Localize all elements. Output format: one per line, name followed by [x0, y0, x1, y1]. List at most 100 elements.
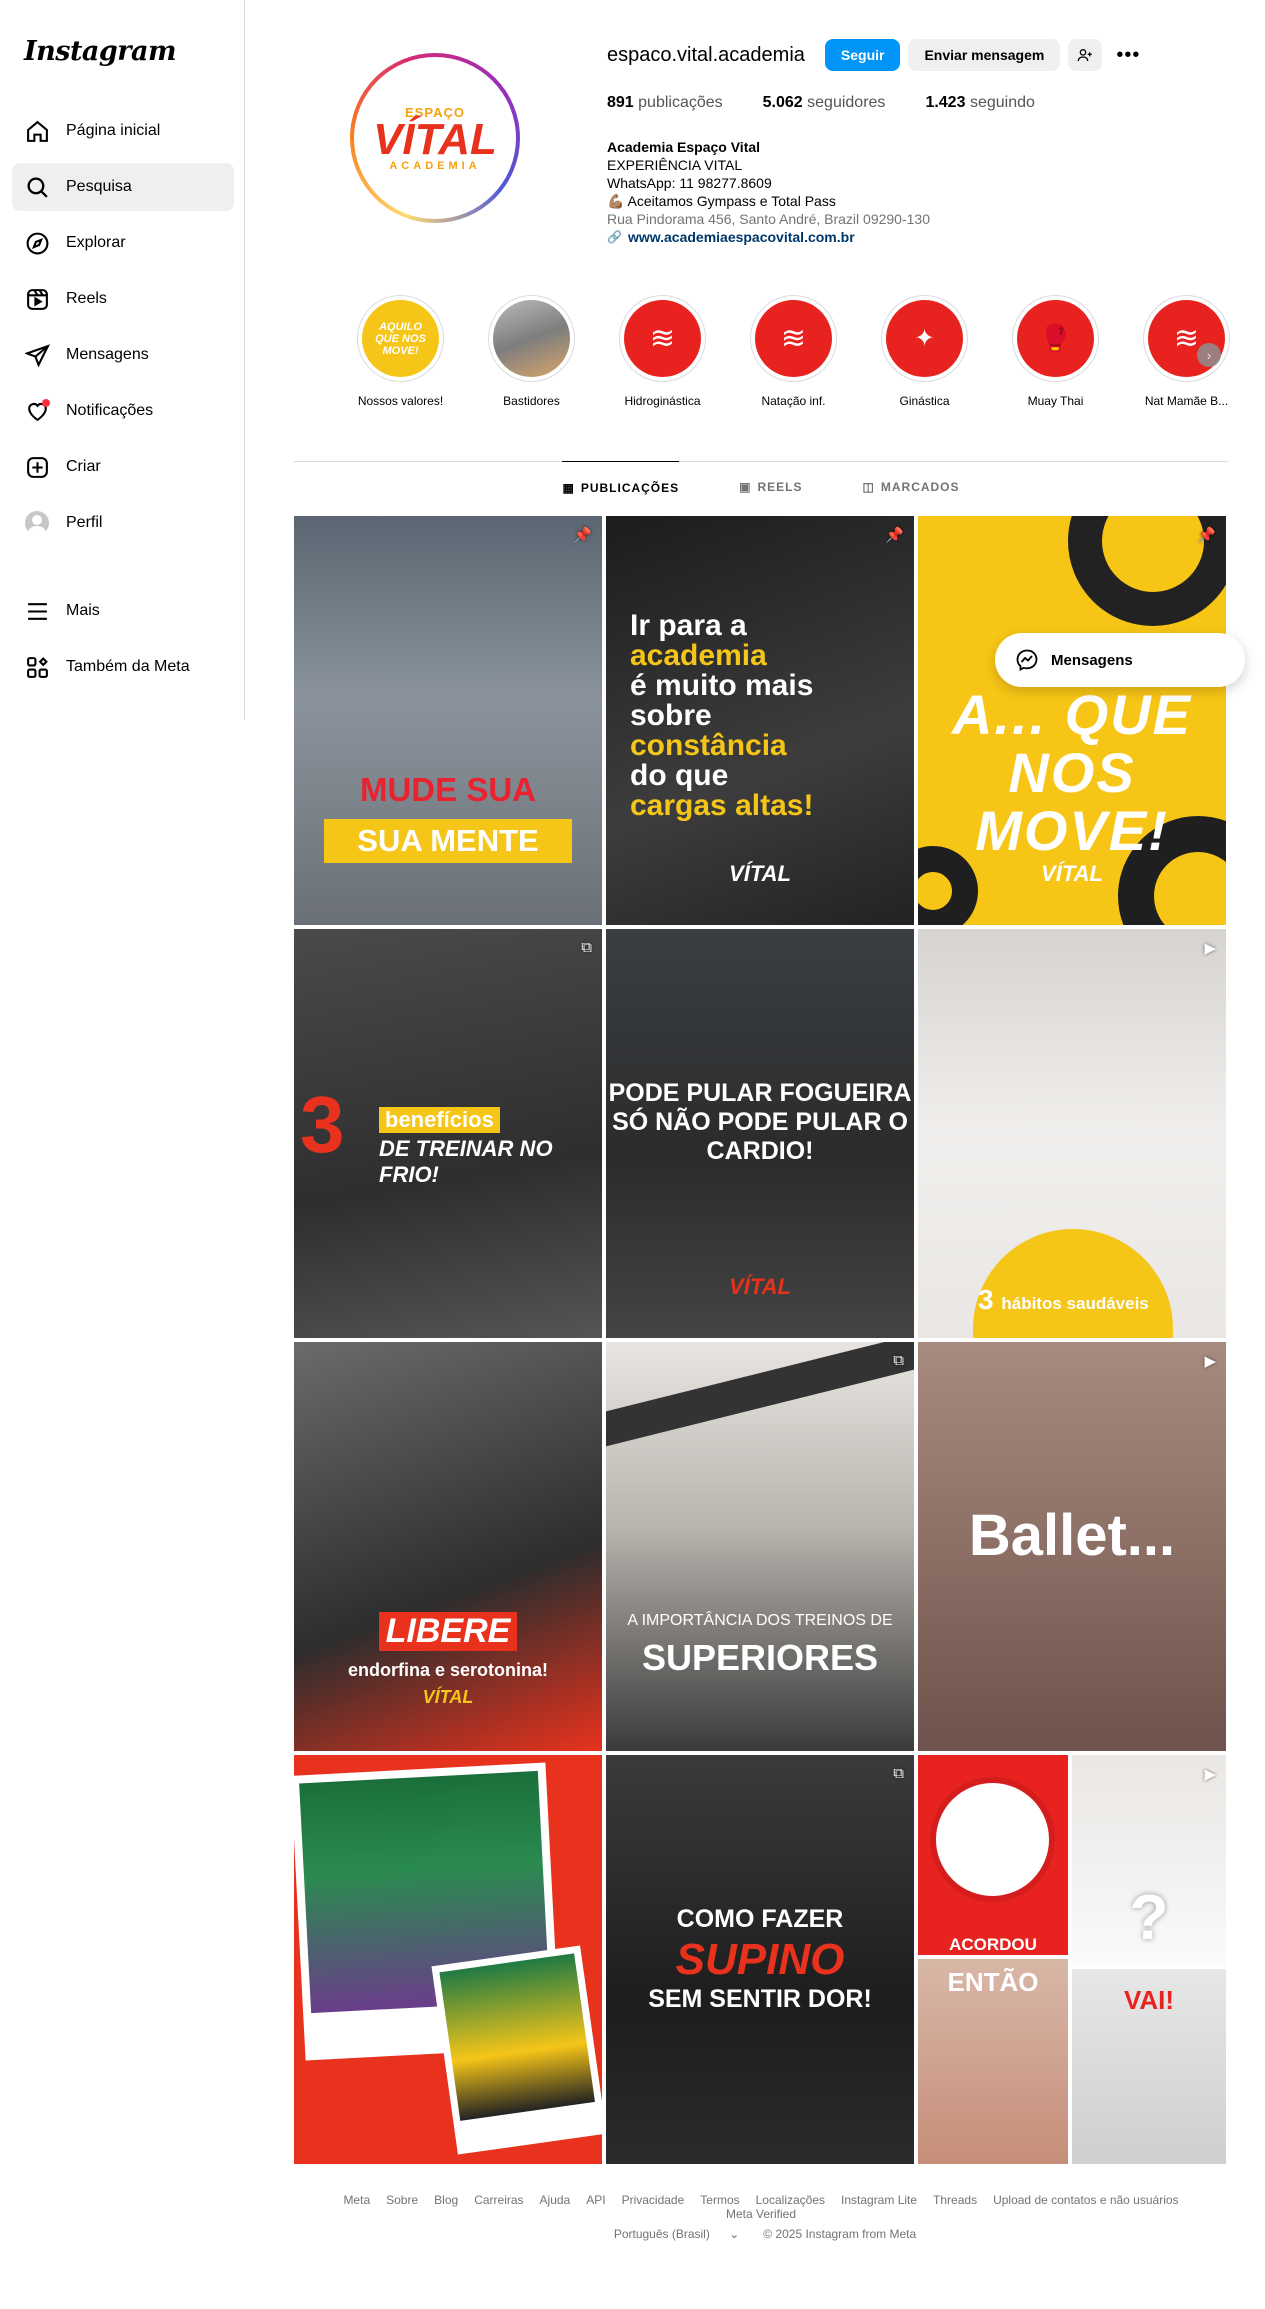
post-text: benefícios	[379, 1107, 500, 1133]
highlight-cover: AQUILO QUE NOS MOVE!	[362, 300, 439, 377]
reel-icon: ▶	[1204, 1353, 1216, 1370]
highlight-item[interactable]: AQUILO QUE NOS MOVE! Nossos valores!	[335, 295, 466, 408]
compass-icon	[24, 230, 50, 256]
post-tile[interactable]: LIBERE endorfina e serotonina! VÍTAL	[294, 1342, 602, 1751]
photo-card	[431, 1945, 602, 2155]
highlight-item[interactable]: Bastidores	[466, 295, 597, 408]
sidebar-item-notifications[interactable]: Notificações	[12, 387, 234, 435]
footer-link[interactable]: Threads	[933, 2193, 977, 2207]
footer-link[interactable]: Upload de contatos e não usuários	[993, 2193, 1178, 2207]
post-tile[interactable]: 📌 Ir para a academia é muito mais sobre …	[606, 516, 914, 925]
messenger-icon	[1016, 649, 1038, 672]
footer-link[interactable]: Ajuda	[540, 2193, 571, 2207]
sidebar-item-home[interactable]: Página inicial	[12, 107, 234, 155]
footer-link[interactable]: Instagram Lite	[841, 2193, 917, 2207]
sidebar-item-messages[interactable]: Mensagens	[12, 331, 234, 379]
search-icon	[24, 174, 50, 200]
footer-link[interactable]: Localizações	[756, 2193, 825, 2207]
follow-button[interactable]: Seguir	[824, 39, 901, 71]
footer-bottom: Português (Brasil) ⌄ © 2025 Instagram fr…	[294, 2227, 1228, 2241]
profile-logo: ESPAÇO VÍTAL ACADEMIA	[354, 57, 516, 219]
tab-posts[interactable]: ▦ PUBLICAÇÕES	[562, 461, 680, 513]
posts-count[interactable]: 891 publicações	[607, 94, 723, 112]
language-select[interactable]: Português (Brasil) ⌄	[606, 2227, 747, 2241]
post-grid: 📌 MUDE SUA SUA MENTE 📌 Ir para a academi…	[294, 516, 1226, 2164]
sidebar-item-search[interactable]: Pesquisa	[12, 163, 234, 211]
post-text: ENTÃO	[947, 1967, 1039, 1997]
post-tile[interactable]: PODE PULAR FOGUEIRA SÓ NÃO PODE PULAR O …	[606, 929, 914, 1338]
post-tile[interactable]: 📌 MUDE SUA SUA MENTE	[294, 516, 602, 925]
pullup-bar-image	[606, 1342, 914, 1450]
footer-link[interactable]: Meta Verified	[726, 2207, 796, 2221]
bio-address[interactable]: Rua Pindorama 456, Santo André, Brazil 0…	[607, 210, 1227, 228]
highlight-label: Muay Thai	[1027, 394, 1084, 408]
post-tile[interactable]: ▶ Ballet...	[918, 1342, 1226, 1751]
highlight-item[interactable]: 🥊 Muay Thai	[990, 295, 1121, 408]
tab-reels[interactable]: ▣ REELS	[739, 461, 802, 513]
plus-square-icon	[24, 454, 50, 480]
sidebar-item-label: Página inicial	[66, 122, 161, 139]
footer-link[interactable]: API	[586, 2193, 605, 2207]
sidebar-nav: Página inicial Pesquisa Explorar Reels M…	[12, 107, 234, 699]
highlight-label: Natação inf.	[761, 394, 826, 408]
profile-actions-row: espaco.vital.academia Seguir Enviar mens…	[607, 38, 1227, 72]
highlight-item[interactable]: ✦ Ginástica	[859, 295, 990, 408]
profile-tabs: ▦ PUBLICAÇÕES ▣ REELS ◫ MARCADOS	[294, 461, 1228, 513]
logo-text-bottom: ACADEMIA	[389, 159, 481, 172]
sidebar-item-label: Mais	[66, 602, 100, 619]
post-tile[interactable]: ▶ 3 hábitos saudáveis	[918, 929, 1226, 1338]
link-icon: 🔗	[607, 230, 622, 244]
footer-link[interactable]: Sobre	[386, 2193, 418, 2207]
sidebar-item-label: Reels	[66, 290, 107, 307]
highlight-label: Ginástica	[899, 394, 950, 408]
profile-avatar[interactable]: ESPAÇO VÍTAL ACADEMIA	[350, 53, 520, 223]
post-tile[interactable]: ⧉ 3 benefícios DE TREINAR NO FRIO!	[294, 929, 602, 1338]
instagram-logo[interactable]: Instagram	[24, 36, 177, 67]
sidebar: Instagram Página inicial Pesquisa Explor…	[0, 0, 245, 720]
sidebar-item-create[interactable]: Criar	[12, 443, 234, 491]
footer-link[interactable]: Termos	[700, 2193, 739, 2207]
footer-link[interactable]: Blog	[434, 2193, 458, 2207]
sidebar-item-meta[interactable]: Também da Meta	[12, 643, 234, 691]
sidebar-item-profile[interactable]: Perfil	[12, 499, 234, 547]
post-tile[interactable]: ⧉ A IMPORTÂNCIA DOS TREINOS DE SUPERIORE…	[606, 1342, 914, 1751]
post-tile[interactable]	[294, 1755, 602, 2164]
post-text: SUA MENTE	[324, 819, 572, 863]
post-text: ACORDOU	[949, 1935, 1037, 1954]
highlight-cover: ✦	[886, 300, 963, 377]
post-tile[interactable]: ⧉ COMO FAZER SUPINO SEM SENTIR DOR!	[606, 1755, 914, 2164]
post-tile[interactable]: 📌 A... QUE NOS MOVE! VÍTAL	[918, 516, 1226, 925]
following-count[interactable]: 1.423 seguindo	[925, 94, 1034, 112]
post-text: A IMPORTÂNCIA DOS TREINOS DE	[627, 1612, 893, 1629]
highlights-next-button[interactable]: ›	[1197, 343, 1221, 367]
post-text: SEM SENTIR DOR!	[648, 1985, 872, 2013]
pin-icon: 📌	[1197, 527, 1216, 544]
footer-link[interactable]: Carreiras	[474, 2193, 523, 2207]
highlight-label: Nossos valores!	[357, 394, 444, 408]
highlight-item[interactable]: ≋ Hidroginástica	[597, 295, 728, 408]
post-tile[interactable]: ▶ ACORDOU ENTÃO ? VAI!	[918, 1755, 1226, 2164]
reel-icon: ▶	[1204, 940, 1216, 957]
profile-username: espaco.vital.academia	[607, 43, 805, 66]
highlight-item[interactable]: ≋ Natação inf.	[728, 295, 859, 408]
carousel-icon: ⧉	[581, 939, 592, 956]
more-options-icon[interactable]: •••	[1116, 44, 1140, 67]
footer-link[interactable]: Privacidade	[622, 2193, 685, 2207]
post-text: Ballet...	[968, 1503, 1176, 1568]
messages-floating-button[interactable]: Mensagens	[995, 633, 1245, 687]
footer-link[interactable]: Meta	[343, 2193, 370, 2207]
profile-info: espaco.vital.academia Seguir Enviar mens…	[607, 38, 1227, 246]
suggest-users-button[interactable]	[1068, 39, 1103, 71]
highlight-label: Hidroginástica	[624, 394, 701, 408]
bio-link[interactable]: 🔗 www.academiaespacovital.com.br	[607, 228, 1227, 246]
post-text: ?	[1129, 1881, 1169, 1953]
highlight-cover: ≋	[755, 300, 832, 377]
message-button[interactable]: Enviar mensagem	[908, 39, 1061, 71]
tab-tagged[interactable]: ◫ MARCADOS	[863, 461, 960, 513]
brand-logo: VÍTAL	[729, 861, 791, 886]
sidebar-item-explore[interactable]: Explorar	[12, 219, 234, 267]
highlight-item[interactable]: ≋ Nat Mamãe B...	[1121, 295, 1252, 408]
sidebar-item-more[interactable]: Mais	[12, 587, 234, 635]
sidebar-item-reels[interactable]: Reels	[12, 275, 234, 323]
followers-count[interactable]: 5.062 seguidores	[763, 94, 886, 112]
